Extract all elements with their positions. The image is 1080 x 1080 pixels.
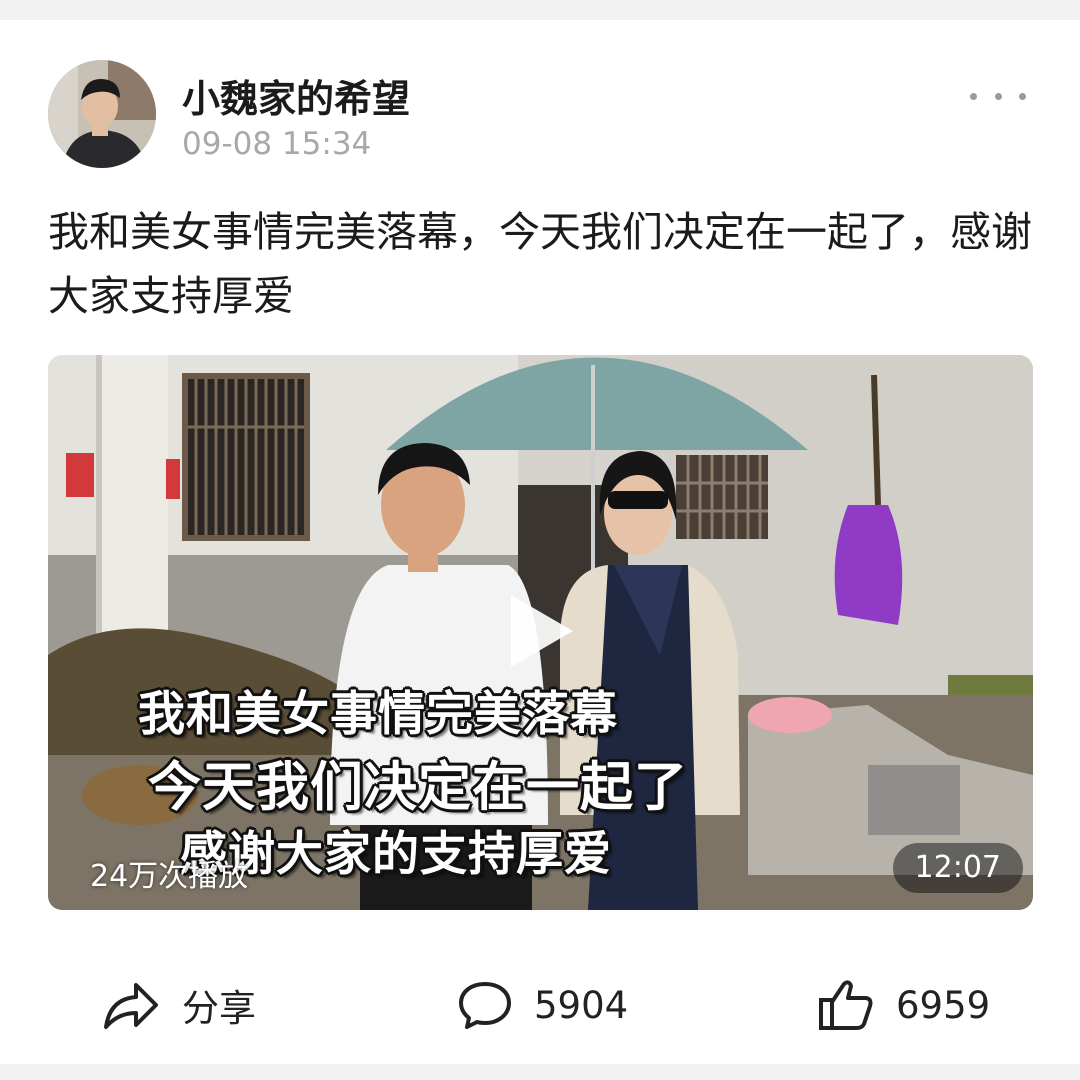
comment-button[interactable]: 5904 bbox=[458, 970, 628, 1040]
dot bbox=[994, 92, 1002, 100]
video-player[interactable]: 我和美女事情完美落幕 今天我们决定在一起了 感谢大家的支持厚爱 24万次播放 1… bbox=[48, 355, 1033, 910]
video-duration: 12:07 bbox=[892, 843, 1023, 893]
dot bbox=[1019, 92, 1026, 100]
comment-bubble-icon bbox=[459, 982, 511, 1029]
avatar-image bbox=[48, 60, 156, 168]
thumbs-up-icon bbox=[819, 980, 873, 1030]
action-bar: 分享 5904 6959 bbox=[0, 970, 1080, 1040]
view-count: 24万次播放 bbox=[90, 859, 249, 894]
share-button[interactable]: 分享 bbox=[102, 970, 256, 1040]
share-arrow-icon bbox=[104, 983, 158, 1029]
post-card: 小魏家的希望 09-08 15:34 我和美女事情完美落幕，今天我们决定在一起了… bbox=[0, 20, 1080, 1064]
video-subtitle: 我和美女事情完美落幕 bbox=[138, 687, 618, 742]
post-caption[interactable]: 我和美女事情完美落幕，今天我们决定在一起了，感谢大家支持厚爱 bbox=[48, 200, 1033, 328]
more-dots-icon[interactable] bbox=[966, 80, 1030, 112]
avatar[interactable] bbox=[48, 60, 156, 168]
share-label: 分享 bbox=[182, 987, 256, 1030]
play-icon[interactable] bbox=[511, 595, 573, 667]
post-time: 09-08 15:34 bbox=[182, 126, 372, 162]
video-subtitle: 今天我们决定在一起了 bbox=[148, 757, 688, 818]
dot bbox=[970, 92, 977, 100]
username[interactable]: 小魏家的希望 bbox=[182, 68, 410, 123]
like-count: 6959 bbox=[896, 983, 991, 1027]
comment-count: 5904 bbox=[534, 983, 629, 1027]
like-button[interactable]: 6959 bbox=[818, 970, 990, 1040]
